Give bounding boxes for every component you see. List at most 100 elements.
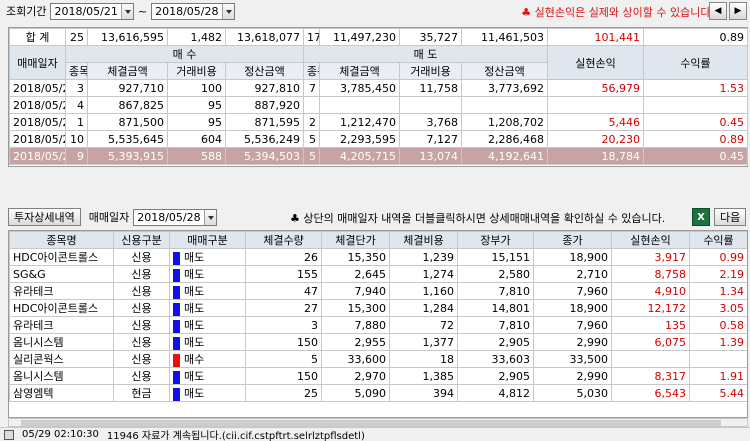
summary-row[interactable]: 2018/05/2195,393,9155885,394,50354,205,7… — [9, 147, 748, 165]
summary-cell: 887,920 — [225, 96, 304, 114]
start-date-picker[interactable]: 2018/05/21 — [50, 2, 134, 20]
col-header-amount: 체결금액 — [319, 62, 400, 80]
col-header-sell: 매 도 — [303, 45, 548, 63]
scrollbar-thumb[interactable] — [21, 420, 721, 426]
horizontal-scrollbar[interactable] — [8, 418, 748, 427]
detail-cell: 33,500 — [533, 350, 612, 368]
detail-cell: 1.34 — [689, 282, 747, 300]
summary-row[interactable]: 2018/05/241871,50095871,59521,212,4703,7… — [9, 113, 748, 131]
detail-cell: 실리콘웍스 — [9, 350, 114, 368]
arrow-left-icon: ◀ — [714, 6, 722, 16]
detail-cell: 72 — [389, 316, 458, 334]
detail-cell: 신용 — [113, 367, 170, 385]
detail-cell: 현금 — [113, 384, 170, 402]
detail-cell: 1.39 — [689, 333, 747, 351]
trade-type-label: 매도 — [184, 251, 205, 264]
detail-cell: 유라테크 — [9, 282, 114, 300]
summary-cell: 5,393,915 — [87, 147, 168, 165]
summary-cell: 588 — [167, 147, 226, 165]
col-header-date: 매매일자 — [9, 45, 66, 80]
detail-cell: 3 — [245, 316, 322, 334]
end-date-picker[interactable]: 2018/05/28 — [151, 2, 235, 20]
detail-cell: 6,543 — [611, 384, 690, 402]
chevron-down-icon[interactable] — [203, 209, 216, 225]
detail-col-header: 체결단가 — [321, 231, 390, 249]
summary-cell: 3,785,450 — [319, 79, 400, 97]
detail-row[interactable]: 실리콘웍스 신용 매수 5 33,600 18 33,603 33,500 — [9, 350, 747, 368]
total-cell: 17 — [303, 28, 320, 46]
detail-col-header: 수익률 — [689, 231, 747, 249]
summary-cell — [547, 96, 644, 114]
trade-type-label: 매도 — [184, 268, 205, 281]
detail-cell: 7,880 — [321, 316, 390, 334]
next-button[interactable]: 다음 — [714, 208, 747, 226]
detail-cell: 유라테크 — [9, 316, 114, 334]
detail-row[interactable]: 옴니시스템 신용 매도 150 2,955 1,377 2,905 2,990 6,075 1.3… — [9, 333, 747, 351]
detail-grid[interactable]: 종목명 신용구분 매매구분 체결수량 체결단가 체결비용 장부가 종가 실현손익 수익률 HDC아… — [8, 230, 748, 418]
detail-row[interactable]: HDC아이콘트롤스 신용 매도 27 15,300 1,284 14,801 18,900 12… — [9, 299, 747, 317]
detail-cell: 150 — [245, 333, 322, 351]
detail-cell: 삼영엠텍 — [9, 384, 114, 402]
chevron-down-icon[interactable] — [120, 3, 133, 19]
trade-type-cell: 매도 — [169, 333, 246, 351]
detail-cell: 7,940 — [321, 282, 390, 300]
detail-row[interactable]: 유라테크 신용 매도 47 7,940 1,160 7,810 7,960 4,910 1.34 — [9, 282, 747, 300]
detail-row[interactable]: SG&G 신용 매도 155 2,645 1,274 2,580 2,710 8,758 2.19 — [9, 265, 747, 283]
period-label: 조회기간 — [6, 5, 47, 18]
trade-type-cell: 매도 — [169, 248, 246, 266]
detail-cell: 신용 — [113, 248, 170, 266]
summary-cell: 2018/05/21 — [9, 147, 66, 165]
trade-date-picker[interactable]: 2018/05/28 — [133, 208, 217, 226]
detail-row[interactable]: 삼영엠텍 현금 매도 25 5,090 394 4,812 5,030 6,543 5.44 — [9, 384, 747, 402]
trade-date-value: 2018/05/28 — [137, 210, 201, 224]
summary-cell: 871,500 — [87, 113, 168, 131]
total-cell: 25 — [65, 28, 88, 46]
summary-row[interactable]: 2018/05/283927,710100927,81073,785,45011… — [9, 79, 748, 97]
summary-cell: 5 — [303, 147, 320, 165]
trade-type-color-tag — [173, 319, 180, 333]
summary-cell: 2018/05/25 — [9, 96, 66, 114]
summary-cell — [399, 96, 462, 114]
summary-row[interactable]: 2018/05/254867,82595887,920 — [9, 96, 748, 114]
summary-cell: 927,810 — [225, 79, 304, 97]
summary-grid[interactable]: 합 계 25 13,616,595 1,482 13,618,077 17 11… — [8, 27, 748, 167]
detail-cell: 18 — [389, 350, 458, 368]
summary-cell: 1,212,470 — [319, 113, 400, 131]
summary-cell: 2 — [303, 113, 320, 131]
detail-cell: 신용 — [113, 299, 170, 317]
detail-cell: 2,955 — [321, 333, 390, 351]
chevron-down-icon[interactable] — [221, 3, 234, 19]
summary-cell: 1 — [65, 113, 88, 131]
detail-cell: 7,960 — [533, 282, 612, 300]
summary-cell: 5,535,645 — [87, 130, 168, 148]
next-icon-button[interactable]: ▶ — [729, 2, 747, 20]
summary-row[interactable]: 2018/05/23105,535,6456045,536,24952,293,… — [9, 130, 748, 148]
detail-cell: 2,990 — [533, 367, 612, 385]
trade-type-label: 매도 — [184, 285, 205, 298]
status-icon — [4, 429, 14, 440]
detail-cell: 25 — [245, 384, 322, 402]
summary-cell: 4,205,715 — [319, 147, 400, 165]
detail-cell: 47 — [245, 282, 322, 300]
detail-row[interactable]: 유라테크 신용 매도 3 7,880 72 7,810 7,960 135 0.58 — [9, 316, 747, 334]
detail-row[interactable]: 옴니시스템 신용 매도 150 2,970 1,385 2,905 2,990 8,317 1.9… — [9, 367, 747, 385]
detail-cell: 5,090 — [321, 384, 390, 402]
summary-cell — [461, 96, 548, 114]
detail-cell: SG&G — [9, 265, 114, 283]
trade-type-color-tag — [173, 285, 180, 299]
total-cell: 1,482 — [167, 28, 226, 46]
detail-cell: 0.58 — [689, 316, 747, 334]
summary-cell: 3,768 — [399, 113, 462, 131]
summary-cell: 3 — [65, 79, 88, 97]
detail-col-header: 종가 — [533, 231, 612, 249]
summary-cell: 9 — [65, 147, 88, 165]
summary-total-row[interactable]: 합 계 25 13,616,595 1,482 13,618,077 17 11… — [9, 28, 748, 46]
summary-cell: 10 — [65, 130, 88, 148]
detail-history-button[interactable]: 투자상세내역 — [8, 208, 81, 226]
excel-export-icon[interactable]: X — [692, 208, 710, 226]
prev-button[interactable]: ◀ — [709, 2, 727, 20]
detail-cell: 신용 — [113, 350, 170, 368]
detail-row[interactable]: HDC아이콘트롤스 신용 매도 26 15,350 1,239 15,151 18,900 3,… — [9, 248, 747, 266]
detail-cell: 15,300 — [321, 299, 390, 317]
summary-cell: 5,446 — [547, 113, 644, 131]
